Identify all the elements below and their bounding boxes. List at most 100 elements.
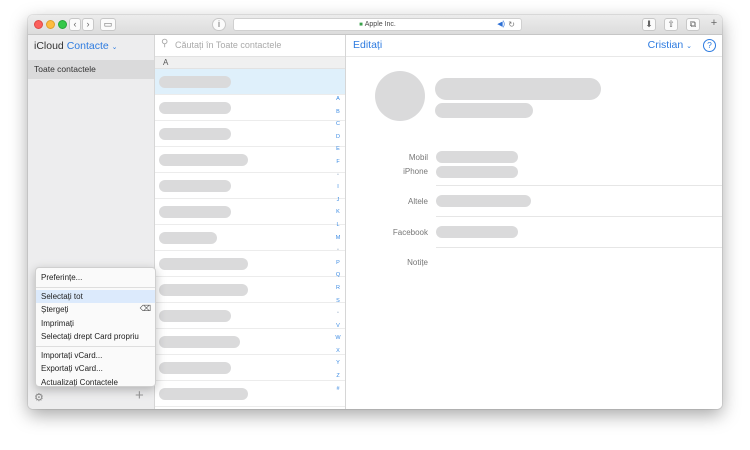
speaker-icon[interactable]: ◀) [497,19,505,31]
contact-name-placeholder [159,76,231,88]
sidebar-toggle-button[interactable]: ▭ [100,18,116,31]
field-value-placeholder [436,151,518,163]
index-letter[interactable]: C [332,118,344,131]
menu-item-print[interactable]: Imprimați [36,317,155,331]
contact-name-placeholder [159,232,217,244]
contact-name-placeholder [159,154,248,166]
field-label-mobil: Mobil [408,153,428,162]
list-item[interactable] [155,173,345,199]
app-name: iCloud [34,40,64,52]
list-item[interactable] [155,225,345,251]
zoom-window-button[interactable] [58,20,67,29]
gear-icon[interactable]: ⚙ [34,391,47,404]
app-switcher[interactable]: Contacte ⌄ [67,40,118,52]
reload-icon[interactable]: ↻ [508,19,515,31]
list-item[interactable] [155,407,345,409]
menu-item-delete[interactable]: Ștergeți ⌫ [36,303,155,317]
actions-menu: Preferințe... Selectați tot Ștergeți ⌫ I… [35,267,156,387]
index-letter[interactable]: R [332,282,344,295]
index-letter[interactable]: E [332,143,344,156]
menu-item-select-all[interactable]: Selectați tot [36,289,155,303]
new-tab-button[interactable]: + [708,18,720,31]
list-item[interactable] [155,121,345,147]
index-letter[interactable]: P [332,257,344,270]
delete-key-icon: ⌫ [139,304,151,313]
share-button[interactable]: ⇧ [664,18,678,31]
contact-name-placeholder [159,336,240,348]
contact-name-placeholder [435,78,601,100]
menu-item-export-vcard[interactable]: Exportați vCard... [36,362,155,376]
contact-name-placeholder [159,102,231,114]
index-letter[interactable]: A [332,93,344,106]
sidebar-header: iCloud Contacte ⌄ [28,35,154,57]
menu-item-my-card[interactable]: Selectați drept Card propriu [36,330,155,344]
search-icon: ⚲ [161,38,169,49]
back-button[interactable]: ‹ [69,18,81,31]
share-icon: ⇧ [667,19,675,29]
index-letter[interactable]: V [332,320,344,333]
list-item[interactable] [155,69,345,95]
add-contact-button[interactable]: + [135,387,144,404]
list-item[interactable] [155,381,345,407]
index-letter[interactable]: W [332,332,344,345]
avatar [375,71,425,121]
menu-divider [36,345,155,347]
list-item[interactable] [155,199,345,225]
index-letter[interactable]: # [332,383,344,396]
tabs-button[interactable]: ⧉ [686,18,700,31]
list-item[interactable] [155,95,345,121]
close-window-button[interactable] [34,20,43,29]
list-item[interactable] [155,355,345,381]
edit-button[interactable]: Editați [353,39,382,51]
list-item[interactable] [155,303,345,329]
address-text: Apple Inc. [364,21,396,28]
index-letter[interactable]: S [332,295,344,308]
browser-toolbar: ‹ › ▭ i ■ Apple Inc. ◀) ↻ ⬇ ⇧ ⧉ + [28,15,722,35]
field-label-facebook: Facebook [392,228,428,237]
search-input[interactable]: ⚲ Căutați în Toate contactele [155,35,345,57]
contact-name-placeholder [159,180,231,192]
index-letter[interactable]: I [332,181,344,194]
divider [436,216,722,217]
index-letter[interactable]: Q [332,269,344,282]
menu-item-preferences[interactable]: Preferințe... [36,271,155,285]
index-letter[interactable]: F [332,156,344,169]
alphabet-index[interactable]: A B C D E F • I J K L M • P Q R S • V W … [332,93,344,395]
index-letter[interactable]: M [332,232,344,245]
minimize-window-button[interactable] [46,20,55,29]
contact-list: ⚲ Căutați în Toate contactele A A B C D … [155,35,346,409]
index-letter[interactable]: X [332,345,344,358]
list-item[interactable] [155,147,345,173]
menu-item-refresh[interactable]: Actualizați Contactele [36,376,155,390]
company-placeholder [435,103,533,118]
reader-button[interactable]: i [212,18,226,31]
address-bar[interactable]: ■ Apple Inc. ◀) ↻ [233,18,522,31]
index-letter[interactable]: Y [332,357,344,370]
account-menu[interactable]: Cristian ⌄ [648,39,692,51]
list-item[interactable] [155,277,345,303]
contact-name-placeholder [159,258,248,270]
plus-icon: + [135,387,144,404]
index-letter[interactable]: K [332,206,344,219]
forward-button[interactable]: › [82,18,94,31]
list-item[interactable] [155,329,345,355]
list-item[interactable] [155,251,345,277]
index-letter[interactable]: J [332,194,344,207]
index-letter[interactable]: • [332,169,344,182]
index-letter[interactable]: • [332,307,344,320]
contact-detail: Editați Cristian ⌄ ? Mobil iPhone Altele… [346,35,722,409]
index-letter[interactable]: D [332,131,344,144]
index-letter[interactable]: B [332,106,344,119]
index-letter[interactable]: Z [332,370,344,383]
menu-divider [36,286,155,288]
contact-name-placeholder [159,310,231,322]
downloads-button[interactable]: ⬇ [642,18,656,31]
contact-name-placeholder [159,128,231,140]
index-letter[interactable]: L [332,219,344,232]
help-icon[interactable]: ? [703,39,716,52]
menu-item-import-vcard[interactable]: Importați vCard... [36,349,155,363]
group-all-contacts[interactable]: Toate contactele [28,60,154,79]
sidebar-icon: ▭ [103,19,113,29]
field-value-placeholder [436,226,518,238]
index-letter[interactable]: • [332,244,344,257]
